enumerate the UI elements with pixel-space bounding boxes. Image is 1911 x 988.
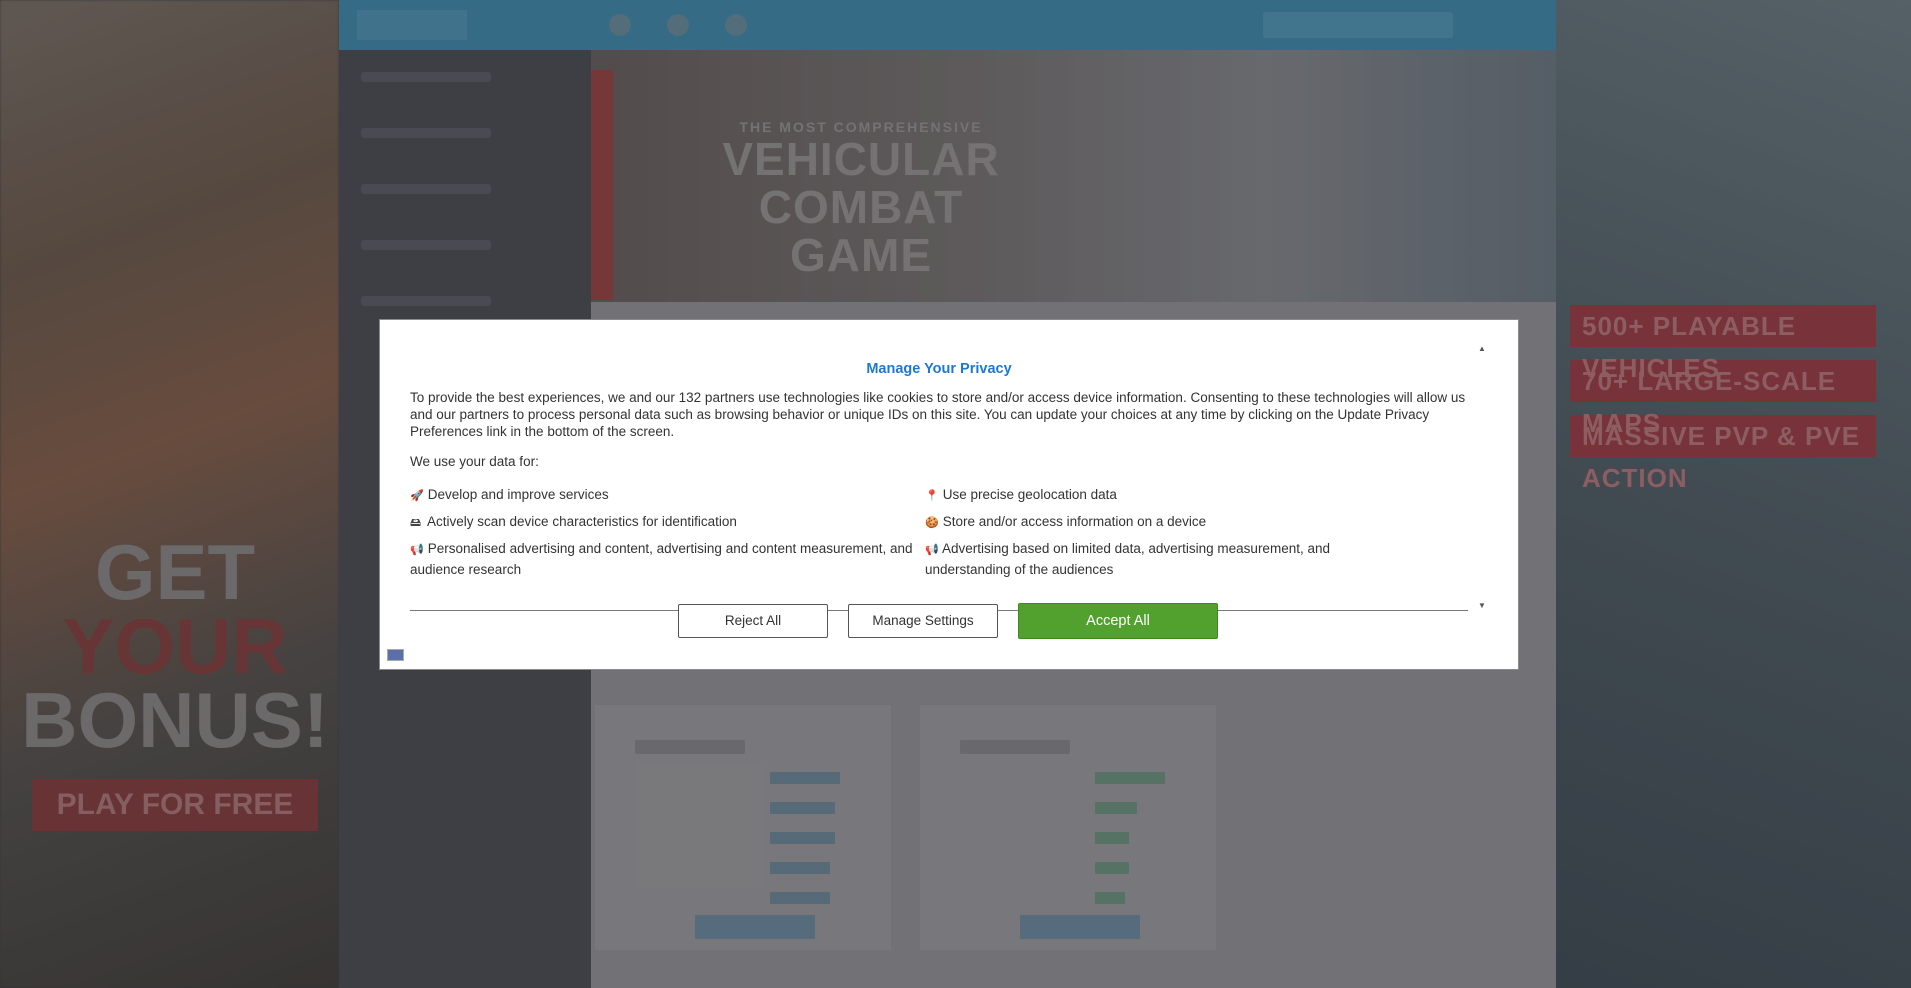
purpose-label: Advertising based on limited data, adver… bbox=[925, 541, 1330, 577]
consent-use-heading: We use your data for: bbox=[410, 454, 539, 469]
purpose-list: 🚀 Develop and improve services 📍 Use pre… bbox=[410, 485, 1468, 595]
purpose-item: 📢 Advertising based on limited data, adv… bbox=[925, 539, 1365, 580]
location-pin-icon: 📍 bbox=[925, 490, 939, 502]
accept-all-button[interactable]: Accept All bbox=[1018, 603, 1218, 639]
purpose-label: Develop and improve services bbox=[427, 487, 609, 502]
reject-all-button[interactable]: Reject All bbox=[678, 604, 828, 638]
purpose-item: 🖴 Actively scan device characteristics f… bbox=[410, 512, 910, 533]
purpose-label: Personalised advertising and content, ad… bbox=[410, 541, 913, 577]
purpose-item: 🍪 Store and/or access information on a d… bbox=[925, 512, 1425, 533]
purpose-item: 📍 Use precise geolocation data bbox=[925, 485, 1425, 506]
cookie-icon: 🍪 bbox=[925, 517, 939, 529]
purpose-item: 📢 Personalised advertising and content, … bbox=[410, 539, 915, 580]
scroll-down-arrow-icon[interactable]: ▼ bbox=[1478, 601, 1486, 610]
privacy-consent-dialog: Manage Your Privacy To provide the best … bbox=[379, 319, 1519, 670]
language-flag-icon[interactable] bbox=[387, 649, 404, 661]
consent-intro: To provide the best experiences, we and … bbox=[410, 390, 1466, 439]
megaphone-icon: 📢 bbox=[410, 544, 424, 556]
consent-title: Manage Your Privacy bbox=[866, 361, 1012, 377]
purpose-item: 🚀 Develop and improve services bbox=[410, 485, 910, 506]
purpose-label: Store and/or access information on a dev… bbox=[942, 514, 1207, 529]
device-scan-icon: 🖴 bbox=[410, 517, 422, 529]
purpose-label: Use precise geolocation data bbox=[942, 487, 1117, 502]
rocket-icon: 🚀 bbox=[410, 490, 424, 502]
purpose-label: Actively scan device characteristics for… bbox=[427, 514, 737, 529]
consent-scrollbar[interactable]: ▲ ▼ bbox=[1476, 342, 1488, 610]
scroll-up-arrow-icon[interactable]: ▲ bbox=[1478, 344, 1486, 353]
manage-settings-button[interactable]: Manage Settings bbox=[848, 604, 998, 638]
consent-scroll-area[interactable]: Manage Your Privacy To provide the best … bbox=[410, 342, 1468, 611]
megaphone-icon: 📢 bbox=[925, 544, 939, 556]
